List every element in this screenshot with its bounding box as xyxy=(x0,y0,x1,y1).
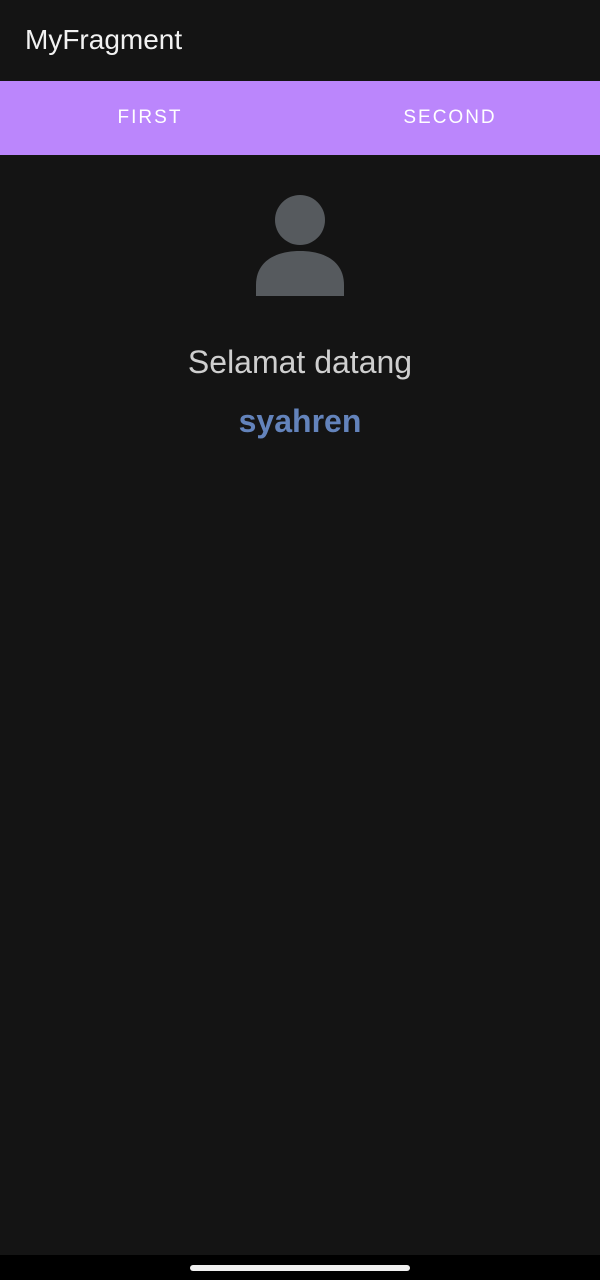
tab-first[interactable]: FIRST xyxy=(0,81,300,155)
app-title: MyFragment xyxy=(25,24,183,55)
tab-bar: FIRST SECOND xyxy=(0,81,600,155)
app-bar: MyFragment xyxy=(0,0,600,81)
greeting-text: Selamat datang xyxy=(187,344,413,380)
person-icon xyxy=(256,195,344,296)
home-indicator[interactable] xyxy=(190,1265,410,1271)
fragment-content: Selamat datang syahren xyxy=(0,155,600,1255)
system-navigation-bar xyxy=(0,1255,600,1280)
username-text: syahren xyxy=(238,403,362,439)
tab-second[interactable]: SECOND xyxy=(300,81,600,155)
